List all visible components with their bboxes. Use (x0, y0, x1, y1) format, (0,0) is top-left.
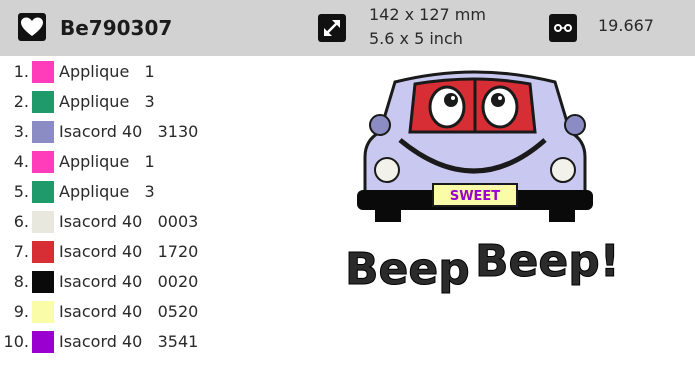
right-mirror (564, 114, 586, 136)
color-swatch (32, 181, 54, 203)
thread-name: Isacord 40 0520 (59, 302, 199, 321)
color-number: 1. (13, 62, 29, 81)
left-headlight (374, 157, 400, 183)
color-number: 5. (13, 182, 29, 201)
design-size-inch: 5.6 x 5 inch (369, 29, 463, 48)
color-list-item: 3. Isacord 40 3130 (0, 118, 330, 148)
stitch-count: 19.667 (598, 16, 654, 35)
thread-name: Applique 3 (59, 92, 155, 111)
color-number: 10. (3, 332, 29, 351)
color-list-item: 7. Isacord 40 1720 (0, 238, 330, 268)
color-swatch (32, 211, 54, 233)
color-swatch (32, 331, 54, 353)
thread-name: Applique 3 (59, 182, 155, 201)
heart-icon (18, 13, 46, 41)
right-wheel (549, 208, 575, 222)
color-swatch (32, 301, 54, 323)
thread-name: Isacord 40 1720 (59, 242, 199, 261)
color-list-item: 8. Isacord 40 0020 (0, 268, 330, 298)
right-headlight (550, 157, 576, 183)
slogan-word-1: Beep (345, 244, 470, 295)
design-preview: SWEET Beep Beep! (345, 70, 615, 296)
color-list-item: 2. Applique 3 (0, 88, 330, 118)
thread-name: Applique 1 (59, 62, 155, 81)
color-number: 6. (13, 212, 29, 231)
thread-name: Isacord 40 3130 (59, 122, 199, 141)
color-swatch (32, 91, 54, 113)
color-number: 2. (13, 92, 29, 111)
color-list-item: 6. Isacord 40 0003 (0, 208, 330, 238)
left-wheel (375, 208, 401, 222)
plate-text: SWEET (450, 189, 500, 204)
color-number: 8. (13, 272, 29, 291)
left-mirror (369, 114, 391, 136)
color-list-item: 1. Applique 1 (0, 58, 330, 88)
color-swatch (32, 61, 54, 83)
color-list-item: 10. Isacord 40 3541 (0, 328, 330, 358)
slogan-word-2: Beep! (475, 236, 615, 287)
color-swatch (32, 241, 54, 263)
left-eye (428, 85, 466, 129)
color-swatch (32, 121, 54, 143)
design-name: Be790307 (60, 16, 173, 40)
thread-name: Isacord 40 3541 (59, 332, 199, 351)
color-list-item: 4. Applique 1 (0, 148, 330, 178)
design-info-header: Be790307 142 x 127 mm 5.6 x 5 inch 19.66… (0, 0, 695, 56)
color-swatch (32, 151, 54, 173)
color-list-item: 5. Applique 3 (0, 178, 330, 208)
color-number: 9. (13, 302, 29, 321)
right-eye (481, 85, 519, 129)
color-number: 4. (13, 152, 29, 171)
color-list-item: 9. Isacord 40 0520 (0, 298, 330, 328)
design-size-mm: 142 x 127 mm (369, 5, 486, 24)
thread-name: Isacord 40 0003 (59, 212, 199, 231)
color-number: 7. (13, 242, 29, 261)
color-number: 3. (13, 122, 29, 141)
thread-name: Applique 1 (59, 152, 155, 171)
color-swatch (32, 271, 54, 293)
thread-name: Isacord 40 0020 (59, 272, 199, 291)
stitch-count-icon (549, 14, 577, 42)
resize-arrows-icon (318, 14, 346, 42)
